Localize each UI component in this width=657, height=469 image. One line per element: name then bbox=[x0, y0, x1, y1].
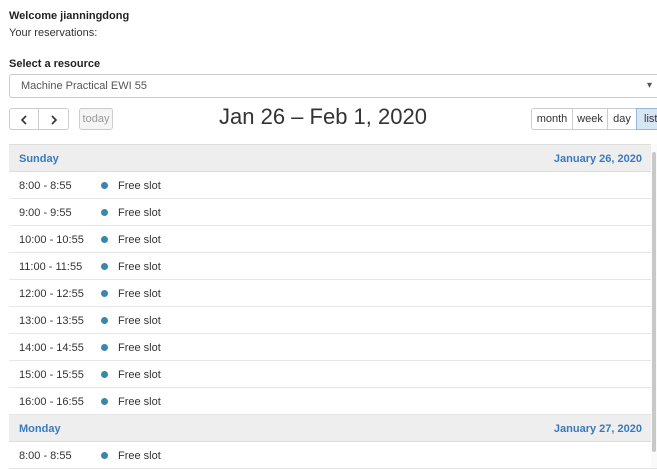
slot-time: 11:00 - 11:55 bbox=[19, 261, 83, 273]
event-dot-icon bbox=[101, 317, 108, 324]
slot-time: 9:00 - 9:55 bbox=[19, 207, 72, 219]
slot-title[interactable]: Free slot bbox=[118, 396, 161, 408]
view-week-button[interactable]: week bbox=[572, 108, 608, 130]
event-dot-icon bbox=[101, 398, 108, 405]
date-range-title: Jan 26 – Feb 1, 2020 bbox=[219, 104, 427, 129]
event-dot-icon bbox=[101, 452, 108, 459]
scrollbar-thumb[interactable] bbox=[652, 152, 656, 452]
event-dot-icon bbox=[101, 236, 108, 243]
view-day-button[interactable]: day bbox=[607, 108, 637, 130]
list-item[interactable]: 13:00 - 13:55 Free slot bbox=[9, 307, 657, 334]
list-item[interactable]: 14:00 - 14:55 Free slot bbox=[9, 334, 657, 361]
day-name[interactable]: Monday bbox=[19, 423, 61, 435]
resource-select[interactable]: Machine Practical EWI 55 ▾ bbox=[9, 74, 657, 98]
list-item[interactable]: 10:00 - 10:55 Free slot bbox=[9, 226, 657, 253]
slot-time: 15:00 - 15:55 bbox=[19, 369, 84, 381]
list-item[interactable]: 12:00 - 12:55 Free slot bbox=[9, 280, 657, 307]
slot-time: 10:00 - 10:55 bbox=[19, 234, 84, 246]
day-name[interactable]: Sunday bbox=[19, 153, 59, 165]
day-date[interactable]: January 26, 2020 bbox=[554, 153, 642, 165]
slot-time: 12:00 - 12:55 bbox=[19, 288, 84, 300]
chevron-right-icon bbox=[50, 115, 57, 125]
slot-time: 8:00 - 8:55 bbox=[19, 180, 72, 192]
slot-time: 8:00 - 8:55 bbox=[19, 450, 72, 462]
list-item[interactable]: 8:00 - 8:55 Free slot bbox=[9, 442, 657, 469]
slot-title[interactable]: Free slot bbox=[118, 288, 161, 300]
slot-title[interactable]: Free slot bbox=[118, 261, 161, 273]
day-header: Monday January 27, 2020 bbox=[9, 415, 657, 442]
today-button[interactable]: today bbox=[79, 108, 113, 130]
slot-title[interactable]: Free slot bbox=[118, 369, 161, 381]
chevron-left-icon bbox=[20, 115, 27, 125]
scrollbar[interactable] bbox=[651, 144, 657, 468]
view-month-button[interactable]: month bbox=[531, 108, 573, 130]
day-date[interactable]: January 27, 2020 bbox=[554, 423, 642, 435]
slot-time: 13:00 - 13:55 bbox=[19, 315, 84, 327]
event-dot-icon bbox=[101, 182, 108, 189]
select-resource-label: Select a resource bbox=[9, 58, 101, 70]
view-list-button[interactable]: list bbox=[636, 108, 657, 130]
event-dot-icon bbox=[101, 371, 108, 378]
event-dot-icon bbox=[101, 209, 108, 216]
list-item[interactable]: 8:00 - 8:55 Free slot bbox=[9, 172, 657, 199]
event-dot-icon bbox=[101, 344, 108, 351]
slot-title[interactable]: Free slot bbox=[118, 342, 161, 354]
slot-time: 16:00 - 16:55 bbox=[19, 396, 84, 408]
list-item[interactable]: 11:00 - 11:55 Free slot bbox=[9, 253, 657, 280]
event-dot-icon bbox=[101, 263, 108, 270]
slot-title[interactable]: Free slot bbox=[118, 450, 161, 462]
next-button[interactable] bbox=[38, 108, 69, 130]
slot-title[interactable]: Free slot bbox=[118, 315, 161, 327]
resource-select-value: Machine Practical EWI 55 bbox=[21, 80, 147, 92]
welcome-heading: Welcome jianningdong bbox=[9, 10, 130, 22]
slot-title[interactable]: Free slot bbox=[118, 180, 161, 192]
list-item[interactable]: 9:00 - 9:55 Free slot bbox=[9, 199, 657, 226]
list-item[interactable]: 15:00 - 15:55 Free slot bbox=[9, 361, 657, 388]
slot-title[interactable]: Free slot bbox=[118, 234, 161, 246]
event-dot-icon bbox=[101, 290, 108, 297]
reservations-label: Your reservations: bbox=[9, 27, 98, 39]
prev-button[interactable] bbox=[9, 108, 39, 130]
day-header: Sunday January 26, 2020 bbox=[9, 145, 657, 172]
slot-title[interactable]: Free slot bbox=[118, 207, 161, 219]
event-list: Sunday January 26, 2020 8:00 - 8:55 Free sl… bbox=[9, 144, 657, 469]
list-item[interactable]: 16:00 - 16:55 Free slot bbox=[9, 388, 657, 415]
slot-time: 14:00 - 14:55 bbox=[19, 342, 84, 354]
chevron-down-icon: ▾ bbox=[646, 80, 652, 91]
